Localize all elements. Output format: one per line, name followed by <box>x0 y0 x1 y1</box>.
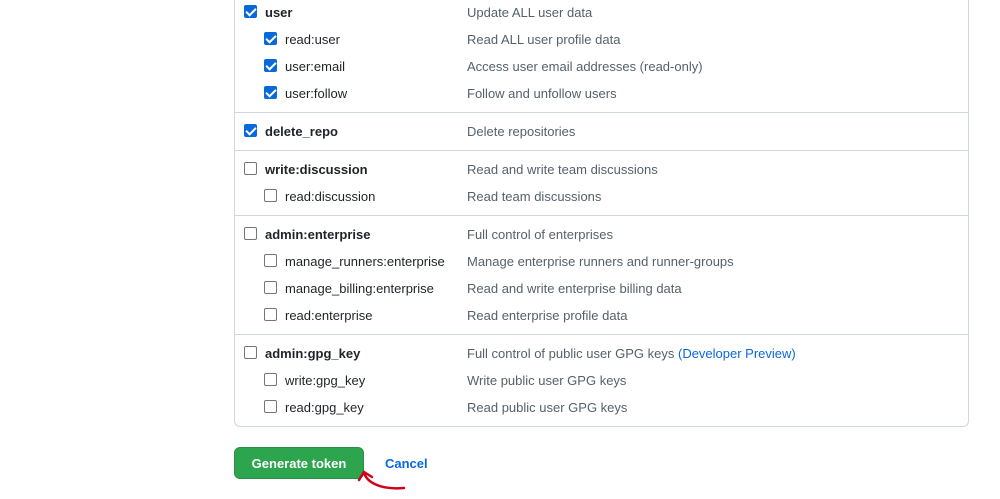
scope-name: read:user <box>285 32 340 47</box>
scope-group: admin:gpg_key Full control of public user… <box>235 334 968 426</box>
scope-name: read:gpg_key <box>285 400 364 415</box>
scope-description: Manage enterprise runners and runner-gro… <box>467 254 734 269</box>
scope-row-parent: write:discussion Read and write team disc… <box>235 157 968 184</box>
scope-description: Read public user GPG keys <box>467 400 627 415</box>
scope-group: admin:enterprise Full control of enterpri… <box>235 215 968 334</box>
scope-description-text: Manage enterprise runners and runner-gro… <box>467 254 734 269</box>
scope-checkbox[interactable] <box>244 5 257 18</box>
scope-description: Read team discussions <box>467 189 601 204</box>
scopes-table: user Update ALL user data read:user Read AL… <box>234 0 969 427</box>
scope-description-text: Full control of enterprises <box>467 227 613 242</box>
scope-row-child: read:user Read ALL user profile data <box>235 27 968 54</box>
scope-description-text: Read ALL user profile data <box>467 32 621 47</box>
scope-checkbox[interactable] <box>264 59 277 72</box>
scope-group: user Update ALL user data read:user Read AL… <box>235 0 968 112</box>
scope-row-child: read:discussion Read team discussions <box>235 184 968 211</box>
scope-description: Follow and unfollow users <box>467 86 617 101</box>
scope-row-child: read:gpg_key Read public user GPG keys <box>235 395 968 422</box>
scope-row-child: user:email Access user email addresses (r… <box>235 54 968 81</box>
scope-description: Read and write enterprise billing data <box>467 281 682 296</box>
scope-name: write:gpg_key <box>285 373 366 388</box>
scope-description: Delete repositories <box>467 124 575 139</box>
scope-description-text: Read team discussions <box>467 189 602 204</box>
scope-description: Write public user GPG keys <box>467 373 626 388</box>
scope-row-parent: user Update ALL user data <box>235 0 968 27</box>
scope-description-text: Follow and unfollow users <box>467 86 617 101</box>
scope-checkbox[interactable] <box>244 162 257 175</box>
scope-description: Full control of public user GPG keys (De… <box>467 346 796 361</box>
scope-description: Read enterprise profile data <box>467 308 627 323</box>
scope-description: Access user email addresses (read-only) <box>467 59 703 74</box>
scope-description: Read and write team discussions <box>467 162 658 177</box>
scope-row-child: manage_billing:enterprise Read and write … <box>235 276 968 303</box>
scope-name: admin:enterprise <box>265 227 371 242</box>
scope-checkbox[interactable] <box>244 124 257 137</box>
scope-checkbox[interactable] <box>264 400 277 413</box>
scope-checkbox[interactable] <box>264 254 277 267</box>
scope-checkbox[interactable] <box>244 346 257 359</box>
scope-name: admin:gpg_key <box>265 346 361 361</box>
scope-row-child: write:gpg_key Write public user GPG keys <box>235 368 968 395</box>
scope-description-text: Read and write enterprise billing data <box>467 281 682 296</box>
scope-name: read:discussion <box>285 189 376 204</box>
scope-name: read:enterprise <box>285 308 373 323</box>
scope-name: manage_runners:enterprise <box>285 254 445 269</box>
scope-description-text: Write public user GPG keys <box>467 373 627 388</box>
red-curved-arrow-icon <box>357 470 406 490</box>
scope-name: write:discussion <box>265 162 368 177</box>
scope-row-child: read:enterprise Read enterprise profile d… <box>235 303 968 330</box>
scope-row-parent: admin:enterprise Full control of enterpri… <box>235 222 968 249</box>
scope-description: Update ALL user data <box>467 5 592 20</box>
scope-group: write:discussion Read and write team disc… <box>235 150 968 215</box>
scope-description: Full control of enterprises <box>467 227 613 242</box>
scope-name: manage_billing:enterprise <box>285 281 434 296</box>
scope-row-child: manage_runners:enterprise Manage enterpri… <box>235 249 968 276</box>
scope-row-parent: delete_repo Delete repositories <box>235 119 968 146</box>
scope-description-text: Read enterprise profile data <box>467 308 628 323</box>
scope-row-parent: admin:gpg_key Full control of public user… <box>235 341 968 368</box>
scope-checkbox[interactable] <box>264 373 277 386</box>
scope-name: user:email <box>285 59 345 74</box>
developer-preview-link[interactable]: (Developer Preview) <box>678 346 796 361</box>
scope-description-text: Read and write team discussions <box>467 162 658 177</box>
scope-description-text: Full control of public user GPG keys <box>467 346 675 361</box>
scope-description-text: Update ALL user data <box>467 5 593 20</box>
scope-description-text: Access user email addresses (read-only) <box>467 59 703 74</box>
scope-checkbox[interactable] <box>264 32 277 45</box>
scope-checkbox[interactable] <box>264 281 277 294</box>
scope-checkbox[interactable] <box>264 86 277 99</box>
scope-name: user <box>265 5 293 20</box>
scope-group: delete_repo Delete repositories <box>235 112 968 150</box>
scope-checkbox[interactable] <box>244 227 257 240</box>
scope-checkbox[interactable] <box>264 308 277 321</box>
scope-checkbox[interactable] <box>264 189 277 202</box>
scope-name: delete_repo <box>265 124 338 139</box>
scope-description-text: Read public user GPG keys <box>467 400 628 415</box>
scope-name: user:follow <box>285 86 348 101</box>
scope-description-text: Delete repositories <box>467 124 576 139</box>
generate-token-button[interactable]: Generate token <box>234 447 364 479</box>
scope-row-child: user:follow Follow and unfollow users <box>235 81 968 108</box>
scope-description: Read ALL user profile data <box>467 32 620 47</box>
